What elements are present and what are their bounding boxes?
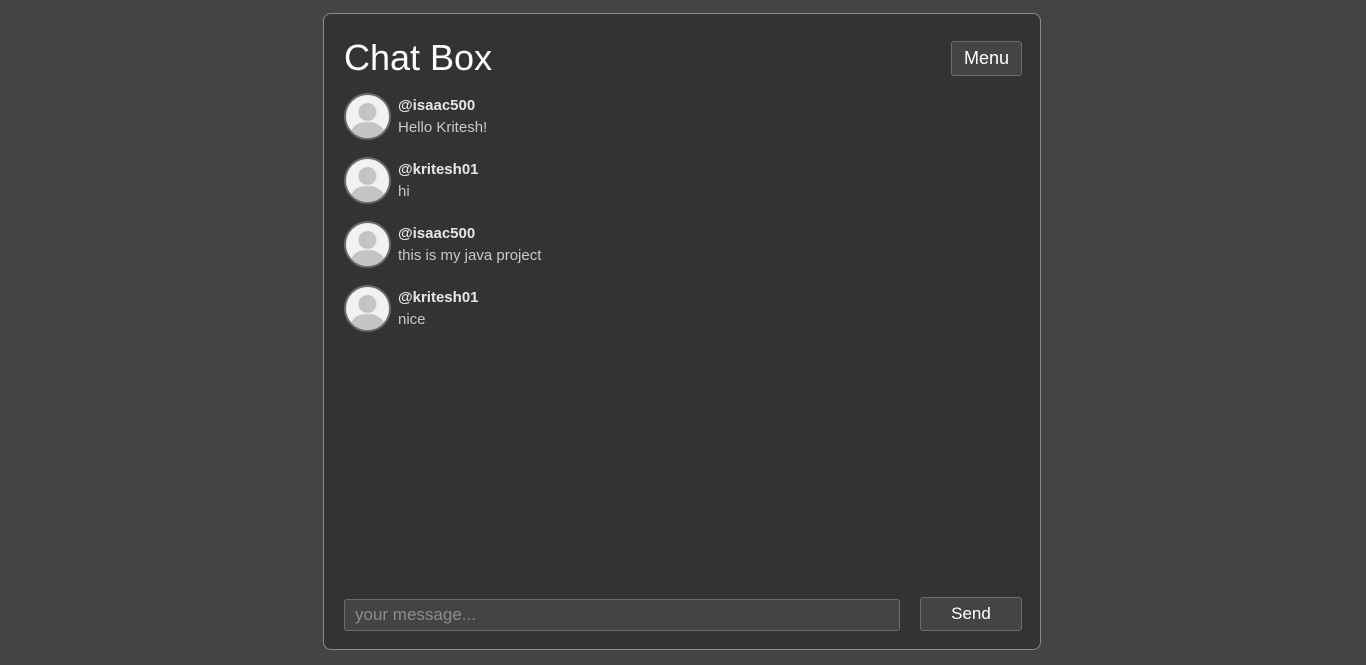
user-avatar-icon <box>344 285 391 332</box>
message-username: @isaac500 <box>398 225 476 242</box>
message-text: nice <box>398 311 426 328</box>
message-list: @isaac500 Hello Kritesh! @kritesh01 hi @… <box>344 93 1004 349</box>
user-avatar-icon <box>344 157 391 204</box>
message-text: this is my java project <box>398 247 542 264</box>
message-input[interactable] <box>344 599 900 631</box>
menu-button[interactable]: Menu <box>951 41 1022 76</box>
chat-box-panel: Chat Box Menu @isaac500 Hello Kritesh! @… <box>323 13 1041 650</box>
message-item: @kritesh01 nice <box>344 285 1004 349</box>
message-text: hi <box>398 183 410 200</box>
user-avatar-icon <box>344 93 391 140</box>
message-text: Hello Kritesh! <box>398 119 488 136</box>
send-button[interactable]: Send <box>920 597 1022 631</box>
message-item: @isaac500 Hello Kritesh! <box>344 93 1004 157</box>
message-username: @isaac500 <box>398 97 476 114</box>
message-username: @kritesh01 <box>398 161 479 178</box>
user-avatar-icon <box>344 221 391 268</box>
message-item: @kritesh01 hi <box>344 157 1004 221</box>
message-item: @isaac500 this is my java project <box>344 221 1004 285</box>
message-username: @kritesh01 <box>398 289 479 306</box>
page-title: Chat Box <box>344 37 493 78</box>
